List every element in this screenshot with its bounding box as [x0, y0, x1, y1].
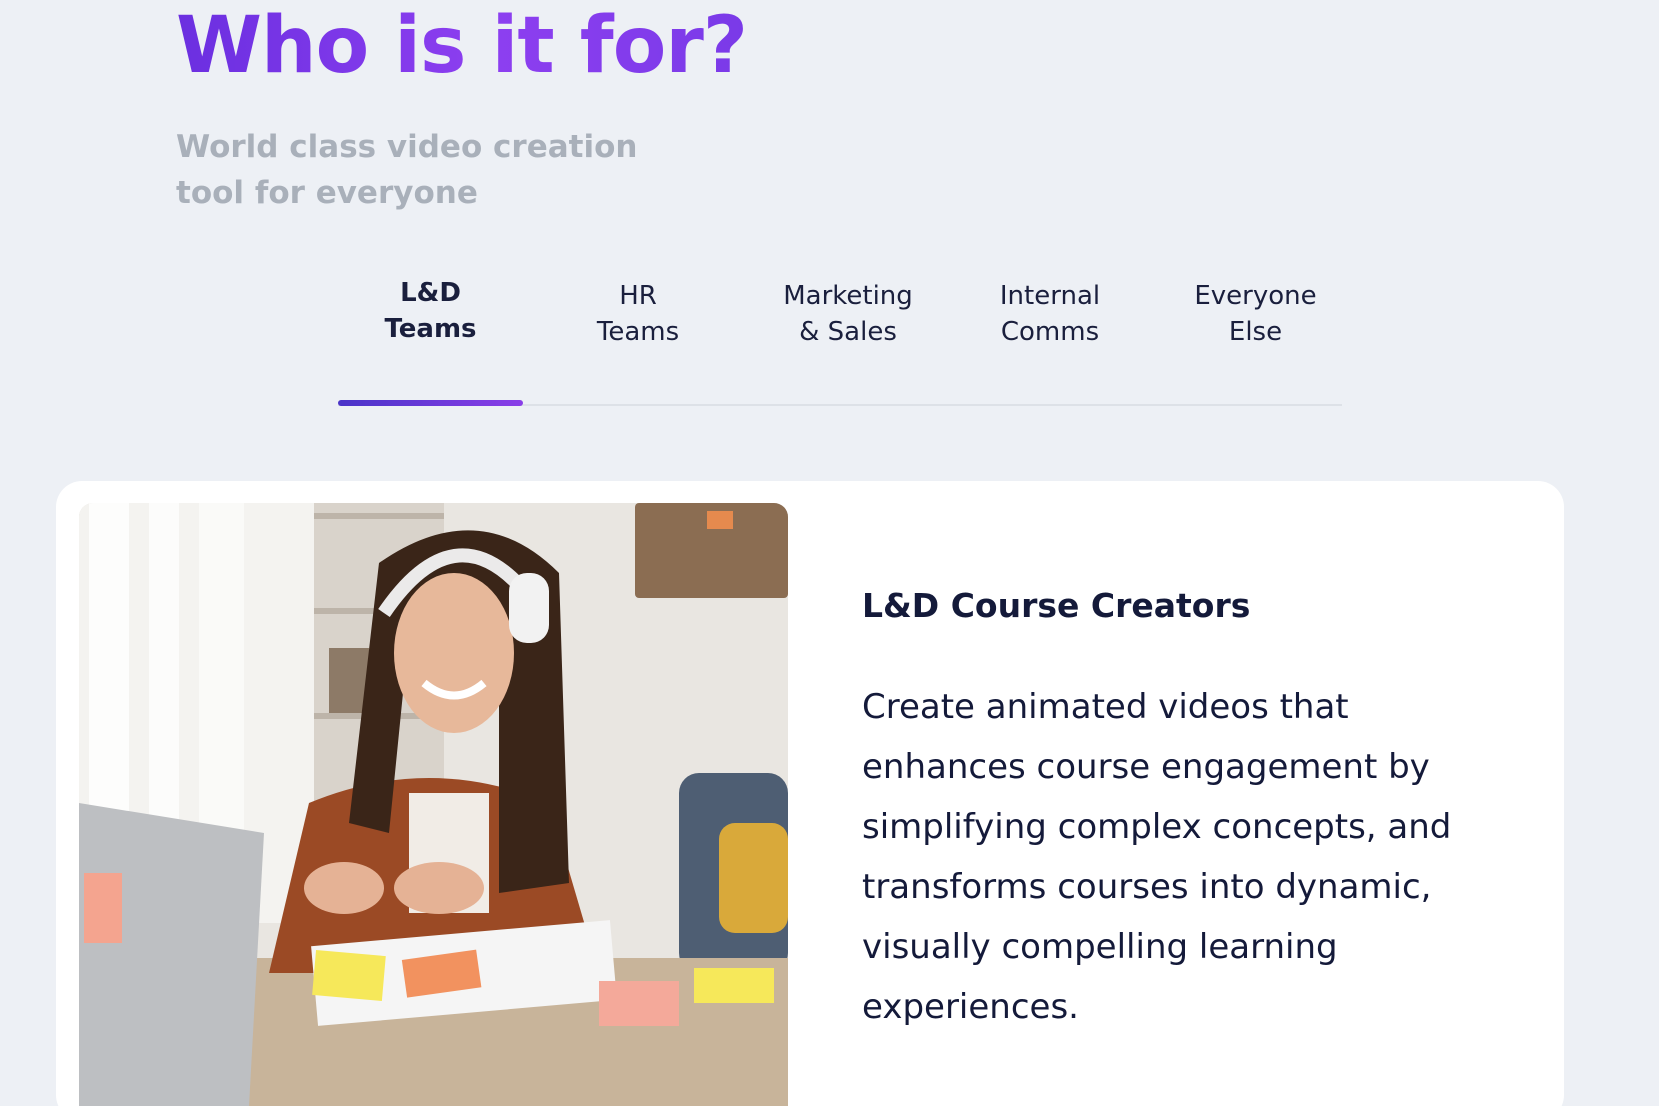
audience-tabs: L&D Teams HR Teams Marketing & Sales Int…	[338, 278, 1342, 406]
subtitle-line-1: World class video creation	[176, 129, 638, 165]
who-is-it-for-section: Who is it for? World class video creatio…	[0, 0, 1659, 1106]
tab-marketing-sales[interactable]: Marketing & Sales	[733, 278, 963, 406]
subtitle-line-2: tool for everyone	[176, 175, 478, 211]
section-title: Who is it for?	[176, 1, 748, 91]
tab-hr-teams[interactable]: HR Teams	[563, 278, 713, 406]
tab-label-line-2: Teams	[596, 317, 680, 347]
tab-label-line-1: HR	[619, 281, 657, 311]
tab-label-line-2: & Sales	[799, 317, 897, 347]
tab-label-line-1: Internal	[999, 281, 1101, 311]
tab-label-line-1: Everyone	[1194, 281, 1317, 311]
section-subtitle: World class video creation tool for ever…	[176, 124, 646, 216]
active-tab-indicator	[338, 400, 523, 406]
tab-ld-teams[interactable]: L&D Teams	[338, 275, 523, 403]
tab-everyone-else[interactable]: Everyone Else	[1158, 278, 1353, 406]
tab-label-line-2: Teams	[384, 314, 477, 344]
tab-label-line-2: Else	[1228, 317, 1283, 347]
panel-photo	[79, 503, 788, 1106]
tab-label-line-1: L&D	[400, 278, 461, 308]
tab-label-line-1: Marketing	[783, 281, 913, 311]
panel-heading: L&D Course Creators	[862, 586, 1251, 625]
tab-internal-comms[interactable]: Internal Comms	[960, 278, 1140, 406]
tab-label-line-2: Comms	[1000, 317, 1100, 347]
panel-description: Create animated videos that enhances cou…	[862, 687, 1452, 1027]
